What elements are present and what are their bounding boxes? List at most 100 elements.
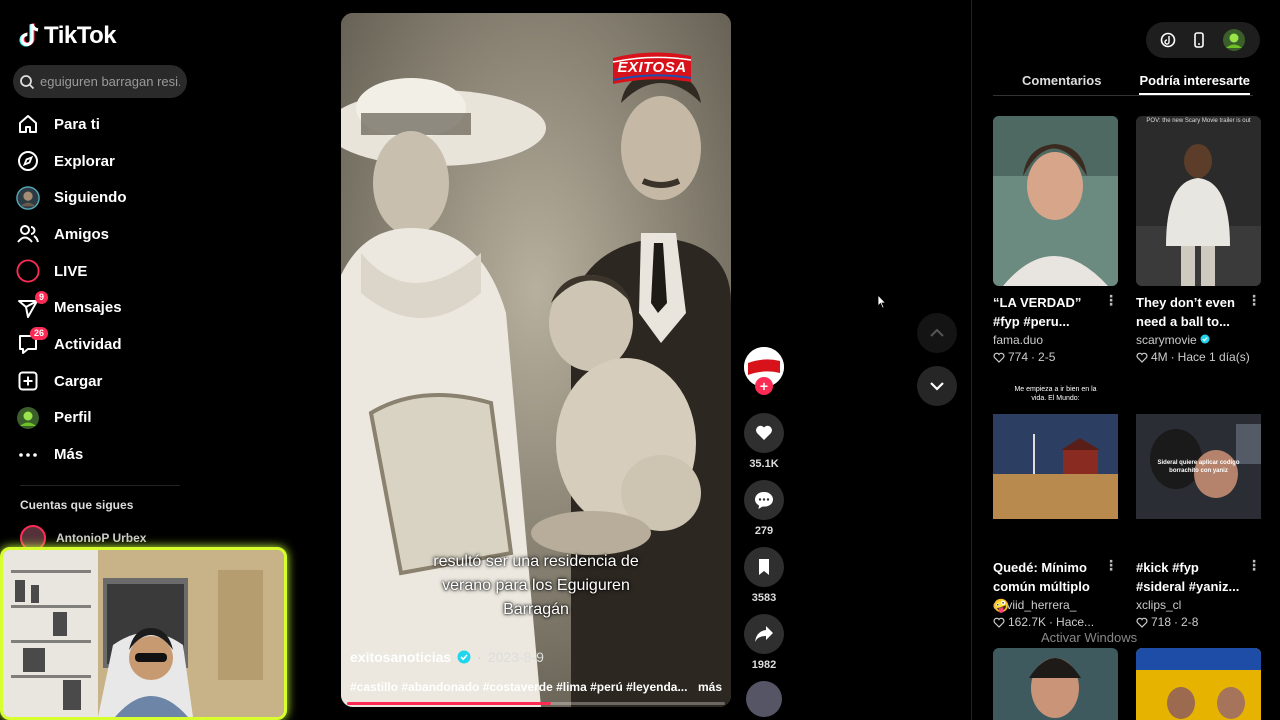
save-action[interactable]: 3583 [744,547,784,604]
tiktok-small-icon[interactable] [1160,32,1176,48]
right-panel-tabs: Comentarios Podría interesarte [993,66,1253,96]
like-button[interactable] [744,413,784,453]
messages-icon: 9 [16,290,48,320]
creator-avatar[interactable]: + [744,347,784,395]
card-date: Hace 1 día(s) [1177,350,1250,364]
friends-icon [16,222,40,246]
card-author[interactable]: xclips_cl [1136,598,1261,612]
heart-outline-icon [1136,617,1148,628]
video-thumbnail[interactable]: Sideral quiere aplicar codigo borrachito… [1136,381,1261,551]
search-box[interactable] [13,65,187,98]
following-section-title: Cuentas que sigues [20,498,134,512]
divider [20,485,180,486]
app-name: TikTok [44,22,117,49]
nav-item-cargar[interactable]: Cargar [16,363,196,400]
brand-logo-text: EXITOSA [617,59,687,76]
card-meta: 162.7K · Hace... [993,615,1118,629]
following-avatar-icon [16,185,40,210]
video-player[interactable]: EXITOSA resultó ser una residencia de ve… [341,13,731,707]
comment-action[interactable]: 279 [744,480,784,537]
suggested-video-card[interactable]: Me empieza a ir bien en la vida. El Mund… [993,381,1118,629]
video-thumbnail[interactable]: POV: the new Scary Movie trailer is out [1136,116,1261,286]
video-card-title: Quedé: Mínimo común múltiplo 🤪 ⋮ [993,556,1118,613]
comment-button[interactable] [744,480,784,520]
card-more-options-icon[interactable]: ⋮ [1247,291,1261,310]
suggested-video-card[interactable] [1136,648,1261,720]
activity-badge: 26 [29,327,48,341]
nav-label: Siguiendo [54,189,127,207]
chevron-down-icon [930,382,944,391]
suggested-video-card[interactable]: Sideral quiere aplicar codigo borrachito… [1136,381,1261,629]
video-author-name[interactable]: exitosanoticias [350,649,451,665]
mobile-device-icon[interactable] [1192,32,1206,48]
caption-line: Barragán [503,601,569,618]
card-more-options-icon[interactable]: ⋮ [1104,291,1118,310]
nav-item-perfil[interactable]: Perfil [16,400,196,437]
video-hashtags[interactable]: #castillo #abandonado #costaverde #lima … [350,680,687,694]
caption-line: verano para los Eguiguren [442,577,630,594]
nav-item-live[interactable]: LIVE [16,253,196,290]
heart-outline-icon [993,617,1005,628]
card-more-options-icon[interactable]: ⋮ [1247,556,1261,575]
activity-icon: 26 [16,327,48,356]
tiktok-logo[interactable]: TikTok [18,22,117,50]
nav-label: Amigos [54,225,110,243]
heart-outline-icon [1136,352,1148,363]
following-account-name: AntonioP Urbex [56,531,147,545]
video-thumbnail[interactable] [993,648,1118,720]
webcam-feed-image [3,550,284,717]
video-card-title: “LA VERDAD” #fyp #peru... ⋮ [993,291,1118,331]
compass-icon [16,149,40,173]
nav-item-siguiendo[interactable]: Siguiendo [16,179,196,216]
verified-icon [1200,334,1210,344]
nav-item-explorar[interactable]: Explorar [16,143,196,180]
nav-item-mensajes[interactable]: 9 Mensajes [16,289,196,326]
save-button[interactable] [744,547,784,587]
nav-item-mas[interactable]: Más [16,436,196,473]
next-video-button[interactable] [917,366,957,406]
suggested-video-card[interactable] [993,648,1118,720]
mouse-cursor-icon [877,294,887,309]
share-button[interactable] [744,614,784,654]
video-thumbnail[interactable]: Me empieza a ir bien en la vida. El Mund… [993,381,1118,551]
card-author[interactable]: fama.duo [993,333,1118,347]
video-caption: resultó ser una residencia de verano par… [341,550,731,622]
music-disc-icon [746,681,782,717]
share-arrow-icon [755,626,773,642]
video-progress-bar[interactable] [347,702,725,705]
more-link[interactable]: más [698,680,722,694]
like-action[interactable]: 35.1K [744,413,784,470]
tab-comentarios[interactable]: Comentarios [1022,66,1101,95]
verified-icon [457,650,471,664]
video-thumbnail[interactable] [993,116,1118,286]
caption-line: resultó ser una residencia de [433,553,639,570]
nav-item-amigos[interactable]: Amigos [16,216,196,253]
share-action[interactable]: 1982 [744,614,784,671]
suggested-video-card[interactable]: POV: the new Scary Movie trailer is out … [1136,116,1261,364]
card-author[interactable]: scarymovie [1136,333,1261,347]
card-title-text: #kick #fyp #sideral #yaniz... [1136,560,1240,594]
video-date: 2023-8-9 [487,649,544,665]
suggested-video-card[interactable]: “LA VERDAD” #fyp #peru... ⋮ fama.duo 774… [993,116,1118,364]
thumbnail-overlay-text: Me empieza a ir bien en la vida. El Mund… [1014,386,1097,402]
search-icon [20,74,35,89]
nav-item-para-ti[interactable]: Para ti [16,106,196,143]
profile-avatar-icon [16,406,40,430]
nav-label: Actividad [54,335,122,353]
tab-podria-interesarte[interactable]: Podría interesarte [1139,66,1251,95]
nav-item-actividad[interactable]: 26 Actividad [16,326,196,363]
video-author-line: exitosanoticias · 2023-8-9 [350,649,544,665]
previous-video-button[interactable] [917,313,957,353]
search-input[interactable] [40,74,180,89]
user-avatar-icon[interactable] [1222,28,1246,52]
music-disc[interactable] [744,681,784,717]
card-more-options-icon[interactable]: ⋮ [1104,556,1118,575]
separator-dot: · [1049,615,1054,629]
video-thumbnail[interactable] [1136,648,1261,720]
video-hashtags-row: #castillo #abandonado #costaverde #lima … [350,680,722,694]
card-likes: 4M [1151,350,1168,364]
card-author[interactable]: daviid_herrera_ [993,598,1118,612]
card-author-name: scarymovie [1136,333,1197,347]
save-count: 3583 [751,592,777,604]
follow-plus-icon[interactable]: + [755,377,773,395]
